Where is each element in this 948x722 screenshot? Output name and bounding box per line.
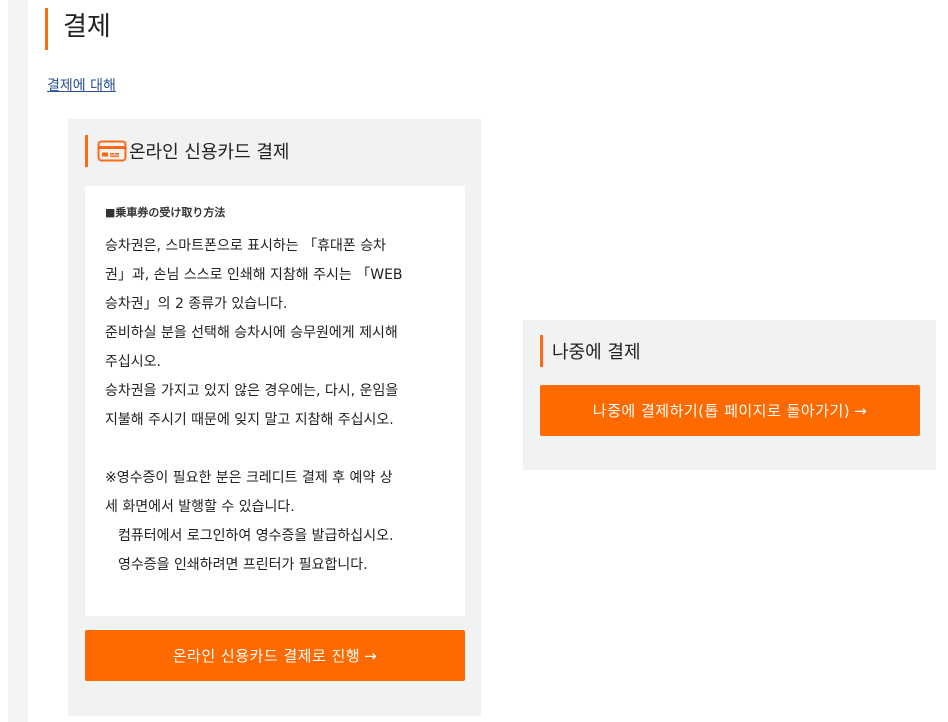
info-line: 승차권」의 2 종류가 있습니다. — [105, 296, 288, 312]
info-line: 승차권은, 스마트폰으로 표시하는 「휴대폰 승차 — [105, 238, 386, 254]
pay-later-label: 나중에 결제하기(톱 페이지로 돌아가기) — [592, 402, 851, 420]
pay-later-button[interactable]: 나중에 결제하기(톱 페이지로 돌아가기) → — [540, 385, 920, 436]
online-payment-heading: 온라인 신용카드 결제 — [85, 135, 289, 167]
proceed-online-payment-label: 온라인 신용카드 결제로 진행 — [172, 647, 361, 665]
online-payment-card: 온라인 신용카드 결제 ■乗車券の受け取り方法 승차권은, 스마트폰으로 표시하… — [68, 119, 481, 716]
info-line: 주십시오. — [105, 354, 161, 370]
credit-card-icon — [97, 140, 127, 162]
arrow-right-icon: → — [364, 646, 378, 665]
later-payment-heading: 나중에 결제 — [540, 335, 641, 367]
info-line: 권」과, 손님 스스로 인쇄해 지참해 주시는 「WEB — [105, 267, 403, 283]
proceed-online-payment-button[interactable]: 온라인 신용카드 결제로 진행 → — [85, 630, 465, 681]
receipt-instruction-line: 컴퓨터에서 로그인하여 영수증을 발급하십시오. — [118, 528, 394, 544]
payment-page: 결제 결제에 대해 온라인 신용카드 결제 ■乗車券の受け取り方法 승차권은, … — [0, 0, 948, 722]
info-line: 승차권을 가지고 있지 않은 경우에는, 다시, 운임을 — [105, 383, 399, 399]
info-line: 준비하실 분을 선택해 승차시에 승무원에게 제시해 — [105, 325, 398, 341]
online-payment-heading-label: 온라인 신용카드 결제 — [129, 142, 290, 163]
receipt-note-line: 세 화면에서 발행할 수 있습니다. — [105, 499, 295, 515]
receipt-instruction-line: 영수증을 인쇄하려면 프린터가 필요합니다. — [118, 557, 368, 573]
arrow-right-icon: → — [854, 401, 868, 420]
later-payment-card: 나중에 결제 나중에 결제하기(톱 페이지로 돌아가기) → — [523, 320, 936, 470]
about-payment-link[interactable]: 결제에 대해 — [47, 75, 116, 95]
left-rail — [8, 0, 28, 722]
page-title: 결제 — [45, 8, 111, 50]
receipt-note-line: ※영수증이 필요한 분은 크레디트 결제 후 예약 상 — [105, 470, 393, 486]
ticket-info-box: ■乗車券の受け取り方法 승차권은, 스마트폰으로 표시하는 「휴대폰 승차 권」… — [85, 186, 465, 616]
later-payment-heading-label: 나중에 결제 — [552, 342, 641, 363]
ticket-info-heading: ■乗車券の受け取り方法 — [105, 206, 226, 219]
info-line: 지불해 주시기 때문에 잊지 말고 지참해 주십시오. — [105, 412, 394, 428]
